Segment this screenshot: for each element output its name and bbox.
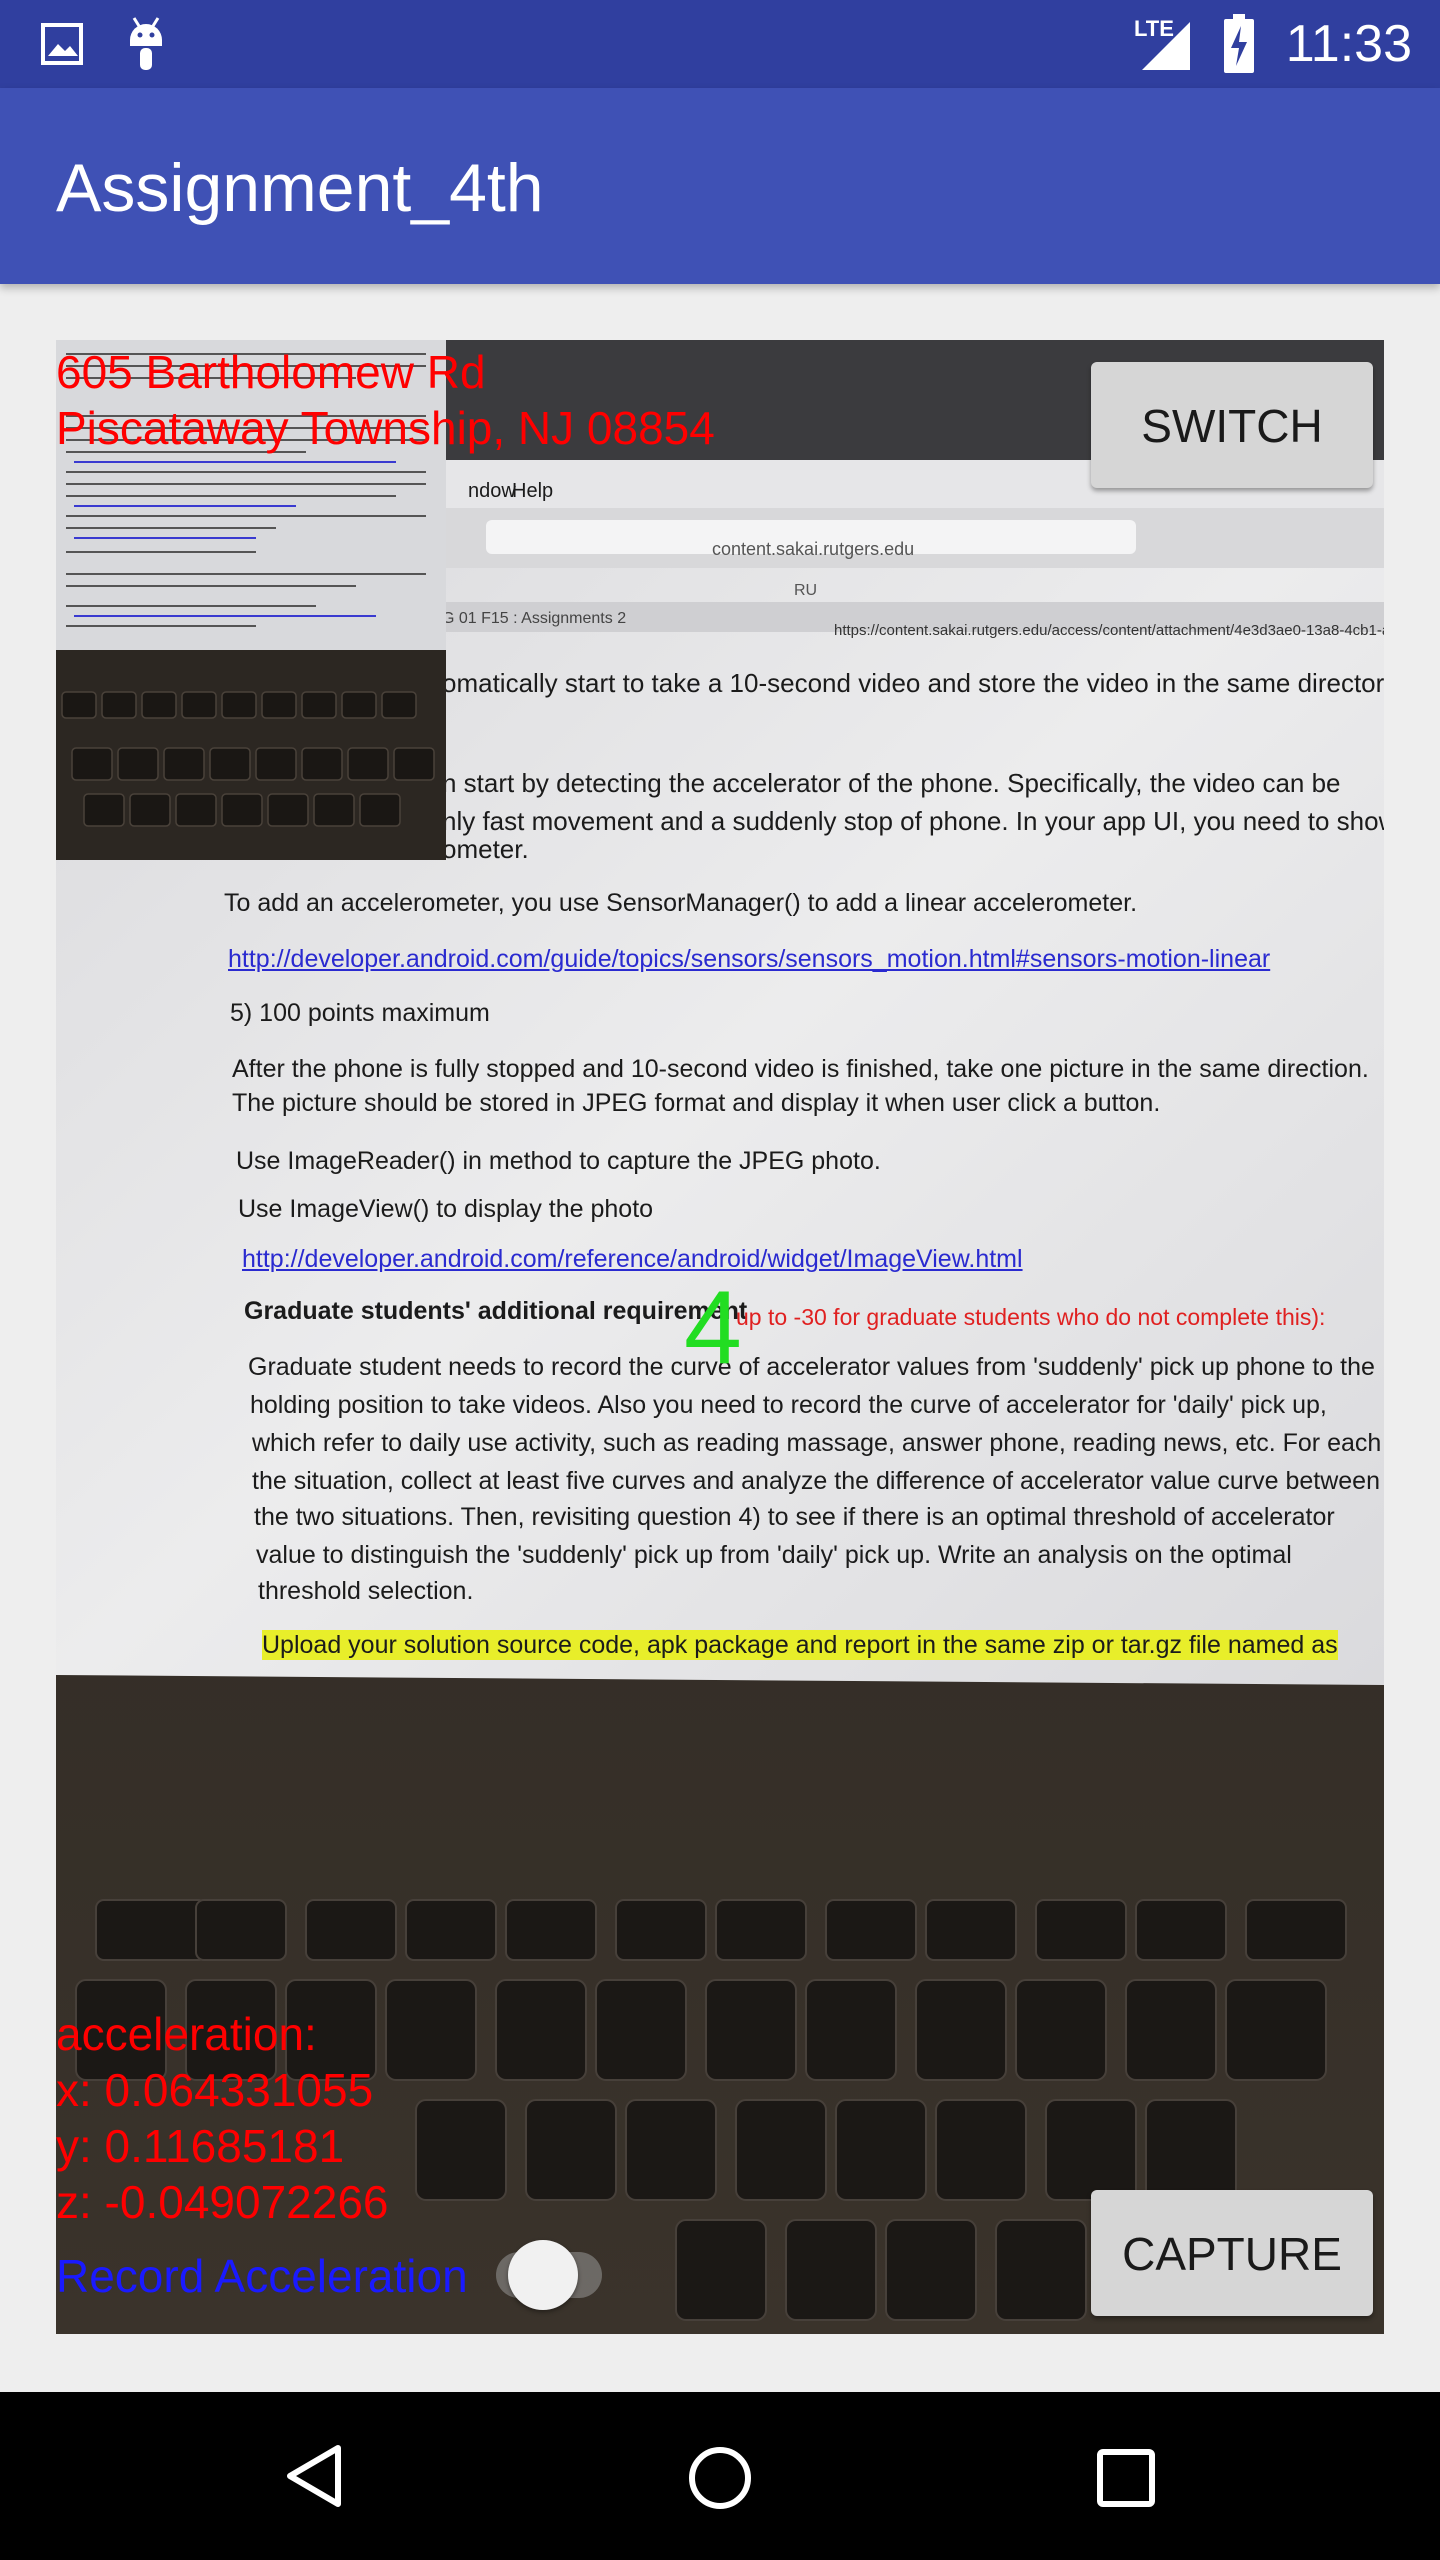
doc-line: Graduate student needs to record the cur…: [248, 1353, 1375, 1381]
doc-link-sensors[interactable]: http://developer.android.com/guide/topic…: [228, 944, 1270, 974]
doc-line: holding position to take videos. Also yo…: [250, 1391, 1327, 1419]
image-icon: [41, 23, 83, 65]
camera-preview[interactable]: ndow Help content.sakai.rutgers.edu RU G…: [56, 340, 1384, 2334]
acceleration-x: x: 0.064331055: [56, 2064, 374, 2116]
recents-icon[interactable]: [1096, 2448, 1156, 2508]
acceleration-y: y: 0.11685181: [56, 2120, 345, 2172]
doc-menu-window: ndow: [468, 480, 516, 502]
doc-full-url: https://content.sakai.rutgers.edu/access…: [834, 622, 1384, 639]
acceleration-readout: acceleration: x: 0.064331055 y: 0.116851…: [56, 2006, 389, 2230]
doc-grad-red: up to -30 for graduate students who do n…: [736, 1304, 1326, 1330]
android-icon: [130, 17, 162, 70]
doc-line: which refer to daily use activity, such …: [252, 1429, 1384, 1457]
address-line-2: Piscataway Township, NJ 08854: [56, 402, 715, 454]
doc-points: 5) 100 points maximum: [230, 999, 490, 1027]
record-acceleration-switch[interactable]: Record Acceleration: [56, 2238, 662, 2318]
acceleration-z: z: -0.049072266: [56, 2176, 389, 2228]
navigation-bar: [0, 2392, 1440, 2560]
switch-button[interactable]: SWITCH: [1091, 362, 1373, 488]
doc-grad-heading: Graduate students' additional requiremen…: [244, 1297, 748, 1325]
back-icon[interactable]: [282, 2444, 346, 2508]
battery-charging-icon: [1224, 14, 1254, 73]
doc-upload-highlight: Upload your solution source code, apk pa…: [262, 1630, 1338, 1660]
doc-line: After the phone is fully stopped and 10-…: [232, 1055, 1369, 1083]
doc-line: ometer.: [442, 834, 529, 864]
record-acceleration-label: Record Acceleration: [56, 2250, 468, 2302]
doc-line: nly fast movement and a suddenly stop of…: [442, 806, 1384, 836]
doc-line: threshold selection.: [258, 1577, 474, 1605]
capture-button[interactable]: CAPTURE: [1091, 2190, 1373, 2316]
doc-line: omatically start to take a 10-second vid…: [442, 668, 1384, 698]
doc-line: Use ImageReader() in method to capture t…: [236, 1147, 881, 1175]
doc-link-imageview[interactable]: http://developer.android.com/reference/a…: [242, 1244, 1023, 1274]
clock: 11:33: [1285, 15, 1412, 73]
doc-line: value to distinguish the 'suddenly' pick…: [256, 1541, 1292, 1569]
status-bar: LTE 11:33: [0, 0, 1440, 88]
doc-tab: G 01 F15 : Assignments 2: [442, 610, 627, 627]
doc-line: n start by detecting the accelerator of …: [442, 768, 1341, 798]
address-line-1: 605 Bartholomew Rd: [56, 346, 486, 398]
switch-thumb[interactable]: [508, 2240, 578, 2310]
doc-line: the two situations. Then, revisiting que…: [254, 1503, 1335, 1531]
doc-menu-help: Help: [512, 480, 554, 502]
doc-line: Use ImageView() to display the photo: [238, 1195, 654, 1223]
doc-url: content.sakai.rutgers.edu: [712, 539, 915, 559]
signal-icon: [1142, 22, 1190, 70]
page-title: Assignment_4th: [56, 150, 544, 226]
doc-line: The picture should be stored in JPEG for…: [232, 1089, 1161, 1117]
counter-label: 4: [684, 1270, 742, 1386]
acceleration-heading: acceleration:: [56, 2008, 317, 2060]
home-icon[interactable]: [686, 2444, 754, 2512]
doc-lang: RU: [794, 582, 818, 599]
doc-line: the situation, collect at least five cur…: [252, 1467, 1380, 1495]
app-bar: Assignment_4th: [0, 88, 1440, 284]
gps-address: 605 Bartholomew Rd Piscataway Township, …: [56, 344, 715, 456]
doc-line: To add an accelerometer, you use SensorM…: [224, 889, 1138, 917]
